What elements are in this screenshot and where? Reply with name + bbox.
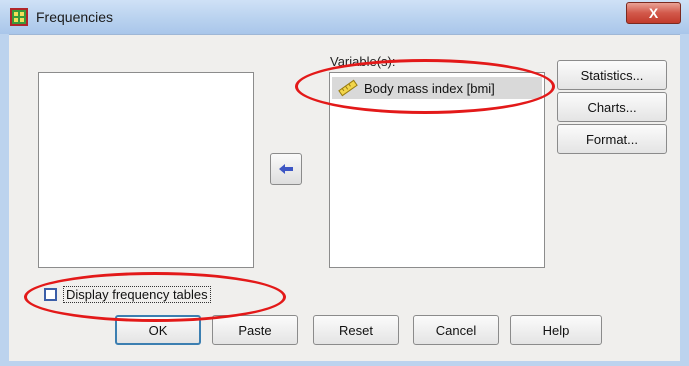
- selected-variables-list[interactable]: Body mass index [bmi]: [329, 72, 545, 268]
- ok-button-label: OK: [148, 322, 168, 338]
- window-frame-right: [680, 34, 689, 366]
- statistics-button-label: Statistics...: [580, 67, 644, 83]
- window-title: Frequencies: [36, 9, 114, 25]
- statistics-button[interactable]: Statistics...: [557, 60, 667, 90]
- help-button-label: Help: [542, 322, 570, 338]
- paste-button-label: Paste: [238, 322, 272, 338]
- cancel-button[interactable]: Cancel: [413, 315, 499, 345]
- variable-item-label: Body mass index [bmi]: [364, 80, 495, 96]
- close-icon: X: [648, 5, 659, 21]
- display-frequency-tables-option[interactable]: Display frequency tables: [44, 286, 211, 303]
- variables-label: Variable(s):: [330, 54, 396, 69]
- close-button[interactable]: X: [626, 2, 681, 24]
- format-button[interactable]: Format...: [557, 124, 667, 154]
- reset-button[interactable]: Reset: [313, 315, 399, 345]
- charts-button-label: Charts...: [587, 99, 637, 115]
- ruler-icon: [338, 79, 358, 97]
- spss-app-icon: [10, 8, 28, 26]
- move-variable-button[interactable]: [270, 153, 302, 185]
- cancel-button-label: Cancel: [435, 322, 477, 338]
- window-frame-left: [0, 34, 9, 366]
- paste-button[interactable]: Paste: [212, 315, 298, 345]
- help-button[interactable]: Help: [510, 315, 602, 345]
- display-frequency-tables-label: Display frequency tables: [63, 286, 211, 303]
- arrow-left-icon: [279, 164, 293, 174]
- frequencies-dialog: Frequencies X Variable(s): Body mass ind…: [0, 0, 689, 366]
- title-bar[interactable]: Frequencies X: [0, 0, 689, 35]
- charts-button[interactable]: Charts...: [557, 92, 667, 122]
- ok-button[interactable]: OK: [115, 315, 201, 345]
- display-frequency-tables-checkbox[interactable]: [44, 288, 57, 301]
- source-variable-list[interactable]: [38, 72, 254, 268]
- variable-item-bmi[interactable]: Body mass index [bmi]: [332, 77, 542, 99]
- format-button-label: Format...: [585, 131, 638, 147]
- reset-button-label: Reset: [339, 322, 373, 338]
- window-frame-bottom: [0, 361, 689, 366]
